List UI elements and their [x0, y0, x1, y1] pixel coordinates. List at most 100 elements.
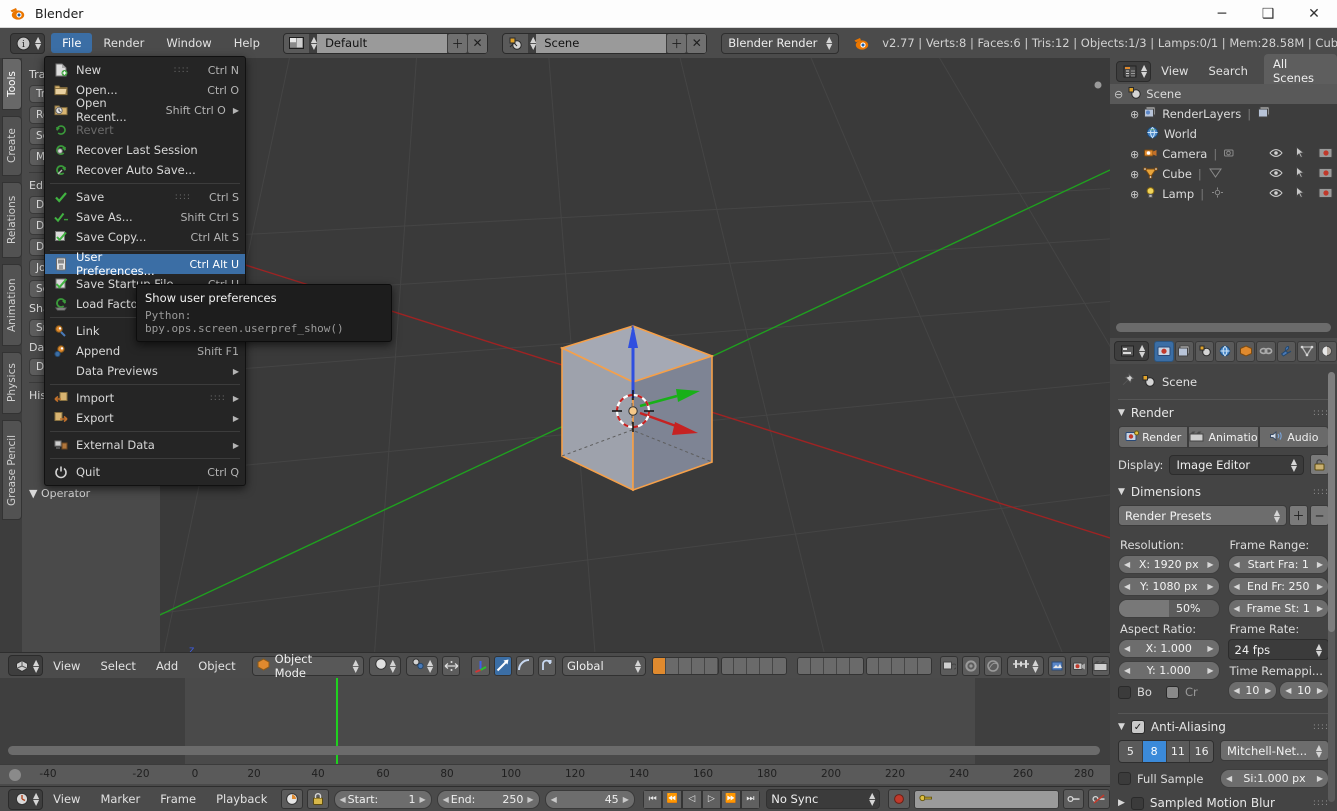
outliner-editor[interactable]: ▲ ▼ View Search All Scenes ⊖ Scene ⊕ Rend…: [1110, 54, 1337, 338]
proportional-edit-icon[interactable]: [984, 655, 1003, 676]
menu-item-recover-last-session[interactable]: Recover Last Session: [45, 140, 245, 160]
timeline-menu-frame[interactable]: Frame: [150, 792, 206, 806]
jump-to-end-button[interactable]: ⏭: [740, 789, 761, 809]
timeline-scroll-handle-left[interactable]: [9, 769, 21, 781]
layer-cell[interactable]: [918, 657, 932, 674]
crop-checkbox[interactable]: [1165, 685, 1179, 699]
frame-step-field[interactable]: ◀ Frame St: 1 ▶: [1227, 599, 1329, 618]
previous-keyframe-button[interactable]: ⏪: [662, 789, 682, 809]
pivot-point-selector[interactable]: ▲ ▼: [405, 655, 439, 676]
renderlayer-data-icon[interactable]: [1257, 106, 1272, 122]
outliner-horizontal-scrollbar[interactable]: [1116, 323, 1331, 332]
timeline-canvas[interactable]: [0, 678, 1110, 764]
transform-orientation-selector[interactable]: Global ▲ ▼: [561, 655, 646, 676]
tool-tab-relations[interactable]: Relations: [2, 182, 22, 258]
tool-tab-tools[interactable]: Tools: [2, 58, 22, 110]
frame-rate-selector[interactable]: 24 fps ▲ ▼: [1227, 639, 1329, 660]
menu-item-save-as[interactable]: Save As... Shift Ctrl S: [45, 207, 245, 227]
current-frame-field[interactable]: ◀ 45 ▶: [544, 789, 635, 809]
motion-blur-panel-header[interactable]: ▶ Sampled Motion Blur ::::: [1118, 796, 1329, 810]
resolution-x-field[interactable]: ◀ X: 1920 px ▶: [1118, 555, 1220, 574]
sync-mode-selector[interactable]: No Sync ▲ ▼: [766, 789, 881, 809]
viewport-menu-view[interactable]: View: [43, 659, 90, 673]
transform-extra-icon[interactable]: [537, 655, 556, 676]
key-add-icon[interactable]: [1062, 789, 1085, 809]
render-engine-selector[interactable]: Blender Render ▲ ▼: [721, 32, 840, 54]
render-animation-icon[interactable]: [1091, 655, 1110, 676]
properties-scrollbar-thumb[interactable]: [1328, 372, 1335, 632]
scene-value[interactable]: Scene: [536, 33, 667, 53]
start-frame-field[interactable]: ◀ Start: 1 ▶: [333, 789, 432, 809]
render-preview-icon[interactable]: [1047, 655, 1066, 676]
minimize-button[interactable]: ─: [1199, 0, 1245, 28]
properties-tab-scene[interactable]: [1195, 340, 1215, 362]
resolution-percentage-slider[interactable]: 50%: [1118, 599, 1220, 618]
layer-cell[interactable]: [836, 657, 850, 674]
scene-layers-block-2[interactable]: [720, 656, 788, 675]
tool-tab-grease-pencil[interactable]: Grease Pencil: [2, 420, 22, 520]
lock-open-icon[interactable]: [1310, 454, 1329, 475]
lock-camera-icon[interactable]: [940, 655, 959, 676]
screen-layout-selector[interactable]: ▲ ▼ Default ＋ ✕: [282, 32, 489, 54]
layer-cell[interactable]: [760, 657, 774, 674]
screen-layout-value[interactable]: Default: [317, 33, 448, 53]
falloff-selector[interactable]: ▲ ▼: [1007, 655, 1044, 676]
layer-cell[interactable]: [905, 657, 919, 674]
outliner-row-world[interactable]: World: [1110, 124, 1337, 144]
expander-expand-icon[interactable]: ⊕: [1130, 168, 1139, 181]
aspect-y-field[interactable]: ◀ Y: 1.000 ▶: [1118, 661, 1220, 680]
scene-selector[interactable]: ▲ ▼ Scene ＋ ✕: [502, 32, 708, 54]
properties-editor-icon[interactable]: ▲ ▼: [1114, 341, 1150, 361]
antialiasing-checkbox[interactable]: ✓: [1130, 720, 1145, 734]
menu-item-quit[interactable]: Quit Ctrl Q: [45, 462, 245, 482]
cursor-arrow-icon[interactable]: [1295, 165, 1306, 182]
play-button[interactable]: ▷: [701, 789, 722, 809]
motion-blur-checkbox[interactable]: [1130, 796, 1144, 810]
render-image-button[interactable]: Render: [1118, 426, 1189, 448]
right-arrow-icon[interactable]: ▶: [1207, 644, 1213, 653]
properties-editor[interactable]: ▲ ▼ Scene ▼ Render :::: Render Animatio …: [1110, 338, 1337, 811]
aa-sample-11[interactable]: 11: [1166, 741, 1191, 762]
timeline-menu-marker[interactable]: Marker: [90, 792, 150, 806]
expander-expand-icon[interactable]: ⊕: [1130, 148, 1139, 161]
aa-sample-5[interactable]: 5: [1119, 741, 1143, 762]
jump-to-start-button[interactable]: ⏮: [642, 789, 663, 809]
antialiasing-size-field[interactable]: ◀ Si:1.000 px ▶: [1220, 769, 1329, 788]
right-arrow-icon[interactable]: ▶: [419, 795, 425, 804]
eye-icon[interactable]: [1269, 167, 1283, 182]
outliner-row-lamp[interactable]: ⊕ Lamp |: [1110, 184, 1337, 204]
camera-render-icon[interactable]: [1318, 166, 1333, 182]
full-sample-toggle[interactable]: Full Sample: [1118, 772, 1214, 786]
layer-cell[interactable]: [823, 657, 837, 674]
right-arrow-icon[interactable]: ▶: [1317, 686, 1323, 695]
layer-cell[interactable]: [879, 657, 893, 674]
properties-tab-object[interactable]: [1235, 340, 1256, 362]
outliner-menu-search[interactable]: Search: [1198, 64, 1258, 78]
camera-icon[interactable]: [1069, 655, 1088, 676]
timeline-icon[interactable]: ▲ ▼: [8, 788, 44, 810]
antialiasing-filter-selector[interactable]: Mitchell-Net... ▲ ▼: [1220, 740, 1329, 761]
render-presets-add-button[interactable]: ＋: [1289, 505, 1308, 526]
lamp-data-icon[interactable]: [1210, 186, 1225, 202]
properties-tab-constraints[interactable]: [1256, 340, 1276, 362]
pin-icon[interactable]: [1120, 372, 1135, 390]
eye-icon[interactable]: [1269, 187, 1283, 202]
menu-file[interactable]: File: [51, 33, 93, 53]
time-remap-new-field[interactable]: ◀ 10 ▶: [1279, 681, 1329, 700]
layer-cell[interactable]: [849, 657, 863, 674]
screen-layout-remove-button[interactable]: ✕: [468, 33, 488, 53]
viewport-menu-object[interactable]: Object: [188, 659, 245, 673]
aspect-x-field[interactable]: ◀ X: 1.000 ▶: [1118, 639, 1220, 658]
menu-help[interactable]: Help: [223, 33, 271, 53]
autokey-icon[interactable]: [281, 789, 303, 809]
menu-item-append[interactable]: Append Shift F1: [45, 341, 245, 361]
expander-collapse-icon[interactable]: ⊖: [1114, 88, 1123, 101]
outliner-display-mode[interactable]: All Scenes: [1263, 54, 1337, 88]
aa-sample-8[interactable]: 8: [1142, 741, 1167, 762]
antialiasing-panel-header[interactable]: ▼ ✓ Anti-Aliasing ::::: [1118, 720, 1329, 734]
snap-magnet-icon[interactable]: [962, 655, 981, 676]
right-arrow-icon[interactable]: ▶: [1207, 666, 1213, 675]
camera-render-icon[interactable]: [1318, 186, 1333, 202]
layer-cell[interactable]: [691, 657, 705, 674]
keying-set-field[interactable]: [913, 789, 1059, 809]
